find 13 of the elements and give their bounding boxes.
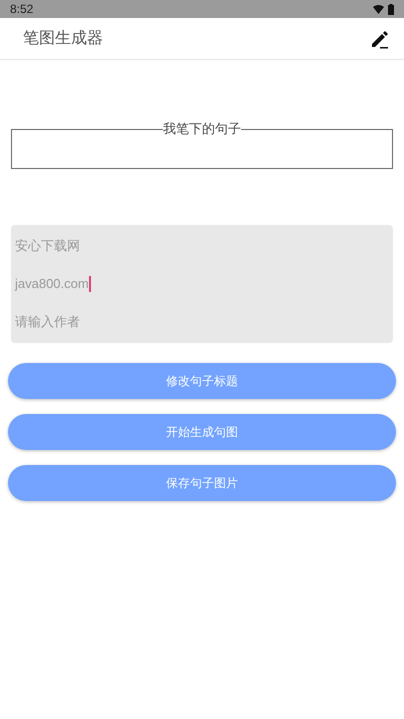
action-button[interactable]: 修改句子标题 (8, 363, 396, 399)
battery-icon (388, 4, 394, 14)
edit-icon[interactable] (370, 28, 390, 48)
input-field[interactable]: 安心下载网 (15, 234, 389, 258)
wifi-icon (373, 4, 384, 14)
sentence-box[interactable]: 我笔下的句子 (11, 122, 393, 169)
sentence-box-label: 我笔下的句子 (163, 122, 241, 136)
app-title: 笔图生成器 (23, 28, 103, 48)
input-field[interactable]: java800.com (15, 272, 389, 296)
input-field[interactable]: 请输入作者 (15, 310, 389, 334)
action-button[interactable]: 保存句子图片 (8, 465, 396, 501)
status-time: 8:52 (10, 1, 34, 18)
action-button[interactable]: 开始生成句图 (8, 414, 396, 450)
